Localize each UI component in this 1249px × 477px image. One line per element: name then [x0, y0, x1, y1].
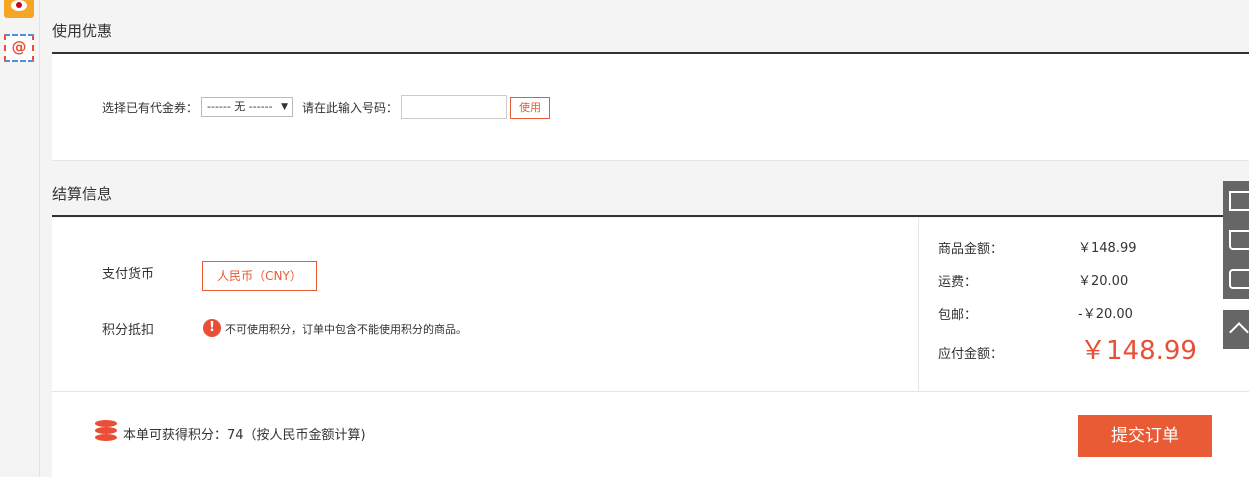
summary-divider — [918, 218, 919, 391]
free-shipping-label: 包邮： — [938, 308, 978, 323]
back-to-top-icon — [1229, 322, 1249, 342]
coupon-select-value: ------ 无 ------ — [207, 100, 273, 113]
settlement-section-title: 结算信息 — [52, 185, 113, 203]
share-strip: @ — [0, 0, 40, 477]
coupon-panel: 选择已有代金券： ------ 无 ------ ▼ 请在此输入号码： 使用 — [52, 54, 1249, 161]
shipping-value: ￥20.00 — [1078, 274, 1129, 289]
settlement-panel: 支付货币 人民币（CNY） 积分抵扣 ! 不可使用积分，订单中包含不能使用积分的… — [52, 218, 1249, 392]
points-label: 积分抵扣 — [102, 323, 155, 338]
total-label: 应付金额： — [938, 347, 1004, 362]
order-bottom-bar: 本单可获得积分：74（按人民币金额计算) 提交订单 — [52, 392, 1249, 477]
shipping-label: 运费： — [938, 275, 978, 290]
settlement-section-header: 结算信息 — [52, 181, 1249, 217]
coupon-section-header: 使用优惠 — [52, 18, 1249, 54]
device-icon[interactable] — [1229, 269, 1249, 289]
submit-order-button[interactable]: 提交订单 — [1078, 415, 1212, 457]
coins-icon — [95, 420, 117, 442]
weibo-share-icon[interactable] — [4, 0, 34, 18]
goods-amount-label: 商品金额： — [938, 242, 1004, 257]
free-shipping-value: -￥20.00 — [1078, 307, 1133, 322]
mail-share-icon[interactable]: @ — [4, 34, 34, 62]
coupon-select[interactable]: ------ 无 ------ ▼ — [201, 97, 293, 117]
use-coupon-button[interactable]: 使用 — [510, 97, 550, 119]
coupon-select-label: 选择已有代金券： — [102, 101, 199, 115]
currency-option-cny[interactable]: 人民币（CNY） — [202, 261, 317, 291]
currency-label: 支付货币 — [102, 267, 155, 282]
back-to-top-button[interactable] — [1223, 310, 1249, 349]
side-toolbar — [1223, 181, 1249, 299]
coupon-code-label: 请在此输入号码： — [302, 101, 399, 115]
checklist-icon[interactable] — [1229, 191, 1249, 211]
coupon-section-title: 使用优惠 — [52, 22, 113, 40]
warning-icon: ! — [203, 319, 221, 337]
earn-points-text: 本单可获得积分：74（按人民币金额计算) — [123, 428, 366, 443]
total-value: ￥148.99 — [1080, 336, 1197, 366]
goods-amount-value: ￥148.99 — [1078, 241, 1137, 256]
coupon-code-input[interactable] — [401, 95, 507, 119]
points-message: 不可使用积分，订单中包含不能使用积分的商品。 — [225, 323, 467, 336]
cart-icon[interactable] — [1229, 230, 1249, 250]
dropdown-arrow-icon: ▼ — [281, 102, 288, 112]
